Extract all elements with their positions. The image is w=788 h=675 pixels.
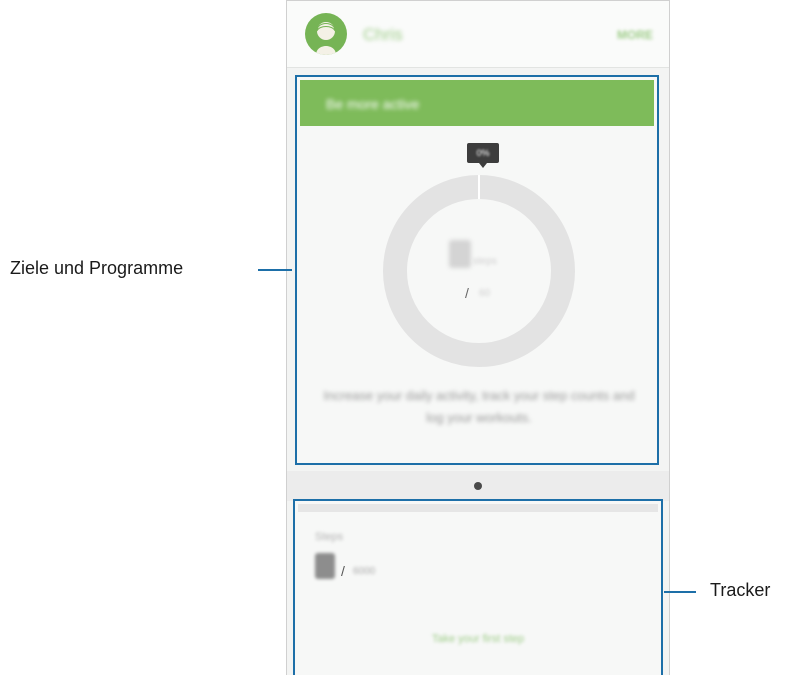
goals-title: Be more active — [326, 96, 420, 112]
callout-tracker-label: Tracker — [710, 580, 771, 600]
ring-slash: / — [465, 285, 469, 301]
tracker-card[interactable]: Steps 0 / 6000 Take your first step — [293, 499, 663, 675]
callout-goals-line — [258, 269, 292, 271]
callout-goals-label: Ziele und Programme — [10, 258, 184, 278]
top-bar: Chris MORE — [287, 1, 669, 68]
steps-unit: steps — [473, 256, 497, 267]
tracker-header-strip — [298, 504, 658, 512]
first-step-link[interactable]: Take your first step — [295, 633, 661, 645]
percent-indicator: 0% — [467, 143, 499, 168]
phone-screen: Chris MORE Be more active 0% 0 steps / 6… — [286, 0, 670, 675]
more-button[interactable]: MORE — [617, 28, 653, 42]
page-indicator — [287, 471, 669, 501]
tracker-slash: / — [341, 563, 345, 579]
goals-description: Increase your daily activity, track your… — [323, 388, 635, 425]
goals-header: Be more active — [300, 80, 654, 126]
tracker-target: 6000 — [353, 566, 376, 577]
ring-target: 60 — [479, 288, 491, 299]
goals-programs-card[interactable]: Be more active 0% 0 steps / 60 Increase … — [295, 75, 659, 465]
percent-value: 0% — [476, 148, 490, 158]
user-avatar-icon[interactable] — [305, 13, 347, 55]
page-dot-active[interactable] — [474, 482, 482, 490]
current-steps-value: 0 — [449, 240, 471, 268]
progress-ring — [381, 173, 577, 369]
tracker-label: Steps — [315, 531, 344, 543]
tracker-current-value: 0 — [315, 553, 335, 579]
username[interactable]: Chris — [363, 25, 403, 45]
callout-tracker-line — [664, 591, 696, 593]
